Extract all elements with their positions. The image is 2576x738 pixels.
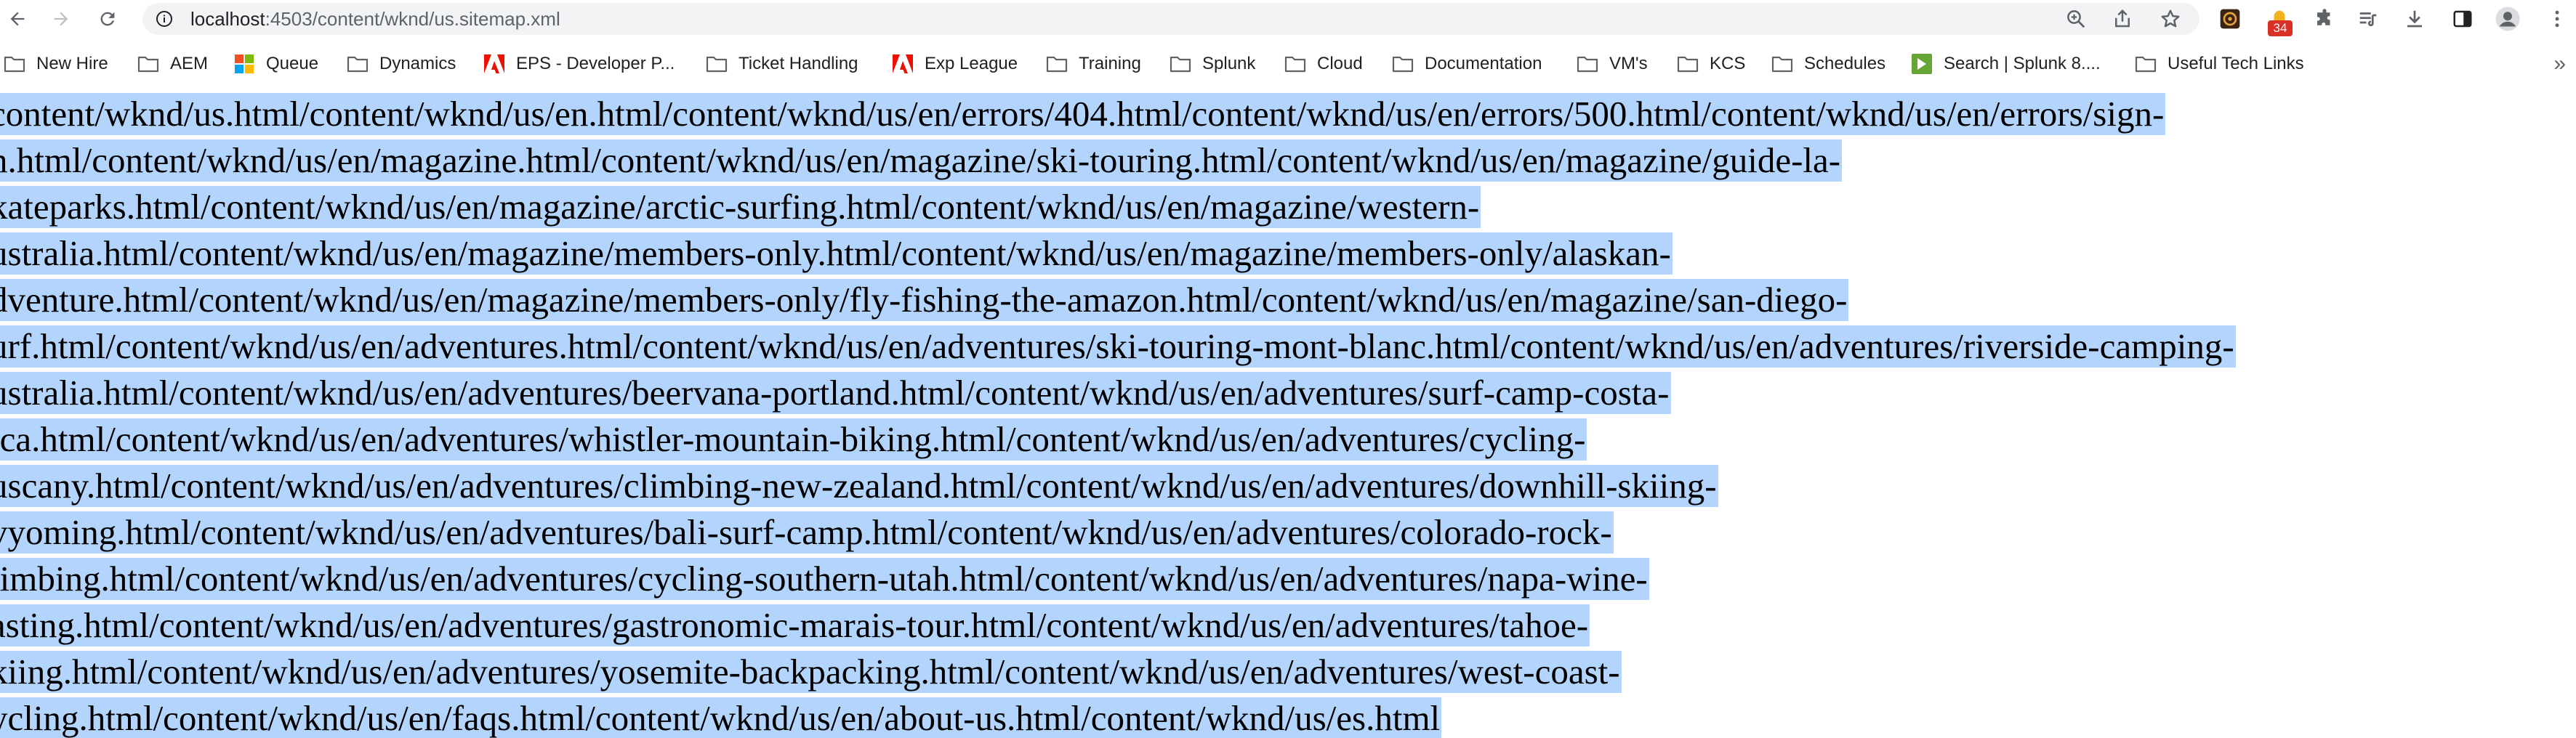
adobe-logo-icon [483, 54, 506, 74]
bookmark-ticket-handling[interactable]: Ticket Handling [705, 45, 858, 83]
avatar-icon [2495, 7, 2520, 31]
reload-icon [100, 12, 115, 26]
sitemap-line: dventure.html/content/wknd/us/en/magazin… [0, 279, 1849, 321]
bookmark-label: KCS [1710, 54, 1746, 73]
sitemap-content[interactable]: content/wknd/us.html/content/wknd/us/en.… [0, 93, 2576, 738]
zoom-icon [2067, 10, 2085, 28]
folder-icon [137, 54, 160, 74]
url-text[interactable]: localhost:4503/content/wknd/us.sitemap.x… [190, 3, 560, 35]
folder-icon [1169, 54, 1192, 74]
side-panel-button[interactable] [2450, 6, 2476, 32]
bookmark-label: Exp League [925, 54, 1018, 73]
bookmark-vms[interactable]: VM's [1576, 45, 1648, 83]
arrow-right-icon [54, 12, 68, 26]
bookmark-training[interactable]: Training [1045, 45, 1141, 83]
bookmarks-bar: New Hire AEM Queue Dynamics EPS - Develo… [0, 45, 2576, 83]
side-panel-icon [2453, 10, 2472, 28]
bookmark-eps-developer[interactable]: EPS - Developer P... [483, 45, 675, 83]
bookmark-label: Dynamics [379, 54, 456, 73]
downloads-button[interactable] [2402, 6, 2428, 32]
bookmark-label: Search | Splunk 8.... [1944, 54, 2101, 73]
bookmark-useful-tech-links[interactable]: Useful Tech Links [2134, 45, 2304, 83]
menu-button[interactable] [2544, 6, 2570, 32]
bookmark-label: VM's [1609, 54, 1648, 73]
back-button[interactable] [3, 4, 32, 33]
folder-icon [1576, 54, 1599, 74]
bookmark-label: Schedules [1804, 54, 1886, 73]
sitemap-line: ustralia.html/content/wknd/us/en/adventu… [0, 372, 1671, 414]
bookmark-label: Cloud [1317, 54, 1363, 73]
profile-button[interactable] [2495, 6, 2521, 32]
bookmark-documentation[interactable]: Documentation [1391, 45, 1542, 83]
arrow-left-icon [10, 12, 25, 26]
sitemap-line: asting.html/content/wknd/us/en/adventure… [0, 604, 1590, 646]
bookmark-star-button[interactable] [2159, 7, 2182, 31]
bookmark-kcs[interactable]: KCS [1676, 45, 1745, 83]
address-bar[interactable]: localhost:4503/content/wknd/us.sitemap.x… [142, 3, 2199, 35]
zoom-button[interactable] [2064, 7, 2088, 31]
url-path: :4503/content/wknd/us.sitemap.xml [265, 8, 560, 30]
folder-icon [1391, 54, 1414, 74]
sitemap-line: ustralia.html/content/wknd/us/en/magazin… [0, 232, 1673, 275]
sitemap-line: limbing.html/content/wknd/us/en/adventur… [0, 558, 1649, 600]
folder-icon [1284, 54, 1307, 74]
share-icon [2115, 9, 2130, 28]
folder-icon [1045, 54, 1068, 74]
bookmark-cloud[interactable]: Cloud [1284, 45, 1363, 83]
sitemap-line: ica.html/content/wknd/us/en/adventures/w… [0, 418, 1587, 461]
bookmark-label: Queue [266, 54, 319, 73]
sitemap-line: uscany.html/content/wknd/us/en/adventure… [0, 465, 1718, 507]
sitemap-line: vyoming.html/content/wknd/us/en/adventur… [0, 511, 1614, 554]
bookmark-new-hire[interactable]: New Hire [3, 45, 108, 83]
bookmark-label: New Hire [36, 54, 108, 73]
adobe-logo-icon [891, 54, 914, 74]
sitemap-line: kateparks.html/content/wknd/us/en/magazi… [0, 186, 1481, 228]
download-icon [2407, 10, 2422, 28]
extension-logo-icon [2220, 9, 2240, 29]
bookmark-label: Splunk [1202, 54, 1256, 73]
sitemap-line: ycling.html/content/wknd/us/en/faqs.html… [0, 697, 1442, 738]
bookmark-exp-league[interactable]: Exp League [891, 45, 1018, 83]
folder-icon [3, 54, 26, 74]
bookmark-queue[interactable]: Queue [233, 45, 318, 83]
folder-icon [346, 54, 369, 74]
reading-list-button[interactable] [2355, 6, 2381, 32]
bookmark-label: Useful Tech Links [2168, 54, 2304, 73]
bookmark-label: Documentation [1425, 54, 1542, 73]
star-icon [2161, 9, 2180, 28]
reload-button[interactable] [93, 4, 122, 33]
bookmark-label: EPS - Developer P... [516, 54, 675, 73]
folder-icon [2134, 54, 2157, 74]
share-button[interactable] [2111, 7, 2134, 31]
extensions-button[interactable] [2311, 6, 2338, 32]
bookmarks-overflow-button[interactable]: » [2553, 45, 2566, 83]
bookmark-label: Ticket Handling [738, 54, 858, 73]
kebab-menu-icon [2555, 10, 2559, 28]
sitemap-line: n.html/content/wknd/us/en/magazine.html/… [0, 139, 1843, 182]
url-host: localhost [190, 8, 265, 30]
browser-toolbar: localhost:4503/content/wknd/us.sitemap.x… [0, 0, 2576, 38]
info-icon[interactable] [156, 10, 173, 28]
extension-1-button[interactable] [2217, 6, 2243, 32]
puzzle-icon [2317, 9, 2330, 25]
sitemap-line: kiing.html/content/wknd/us/en/adventures… [0, 651, 1622, 693]
sitemap-line: urf.html/content/wknd/us/en/adventures.h… [0, 325, 2236, 368]
bookmark-aem[interactable]: AEM [137, 45, 208, 83]
extension-badge: 34 [2268, 20, 2293, 36]
bookmark-search-splunk[interactable]: Search | Splunk 8.... [1910, 45, 2101, 83]
bookmark-dynamics[interactable]: Dynamics [346, 45, 456, 83]
folder-icon [705, 54, 728, 74]
sitemap-line: content/wknd/us.html/content/wknd/us/en.… [0, 93, 2166, 135]
bookmark-schedules[interactable]: Schedules [1771, 45, 1885, 83]
bookmark-label: AEM [170, 54, 209, 73]
reading-list-icon [2359, 12, 2377, 27]
splunk-logo-icon [1910, 54, 1933, 74]
forward-button[interactable] [47, 4, 76, 33]
folder-icon [1676, 54, 1699, 74]
folder-icon [1771, 54, 1794, 74]
bookmark-splunk[interactable]: Splunk [1169, 45, 1255, 83]
microsoft-logo-icon [233, 54, 256, 74]
bookmark-label: Training [1079, 54, 1141, 73]
